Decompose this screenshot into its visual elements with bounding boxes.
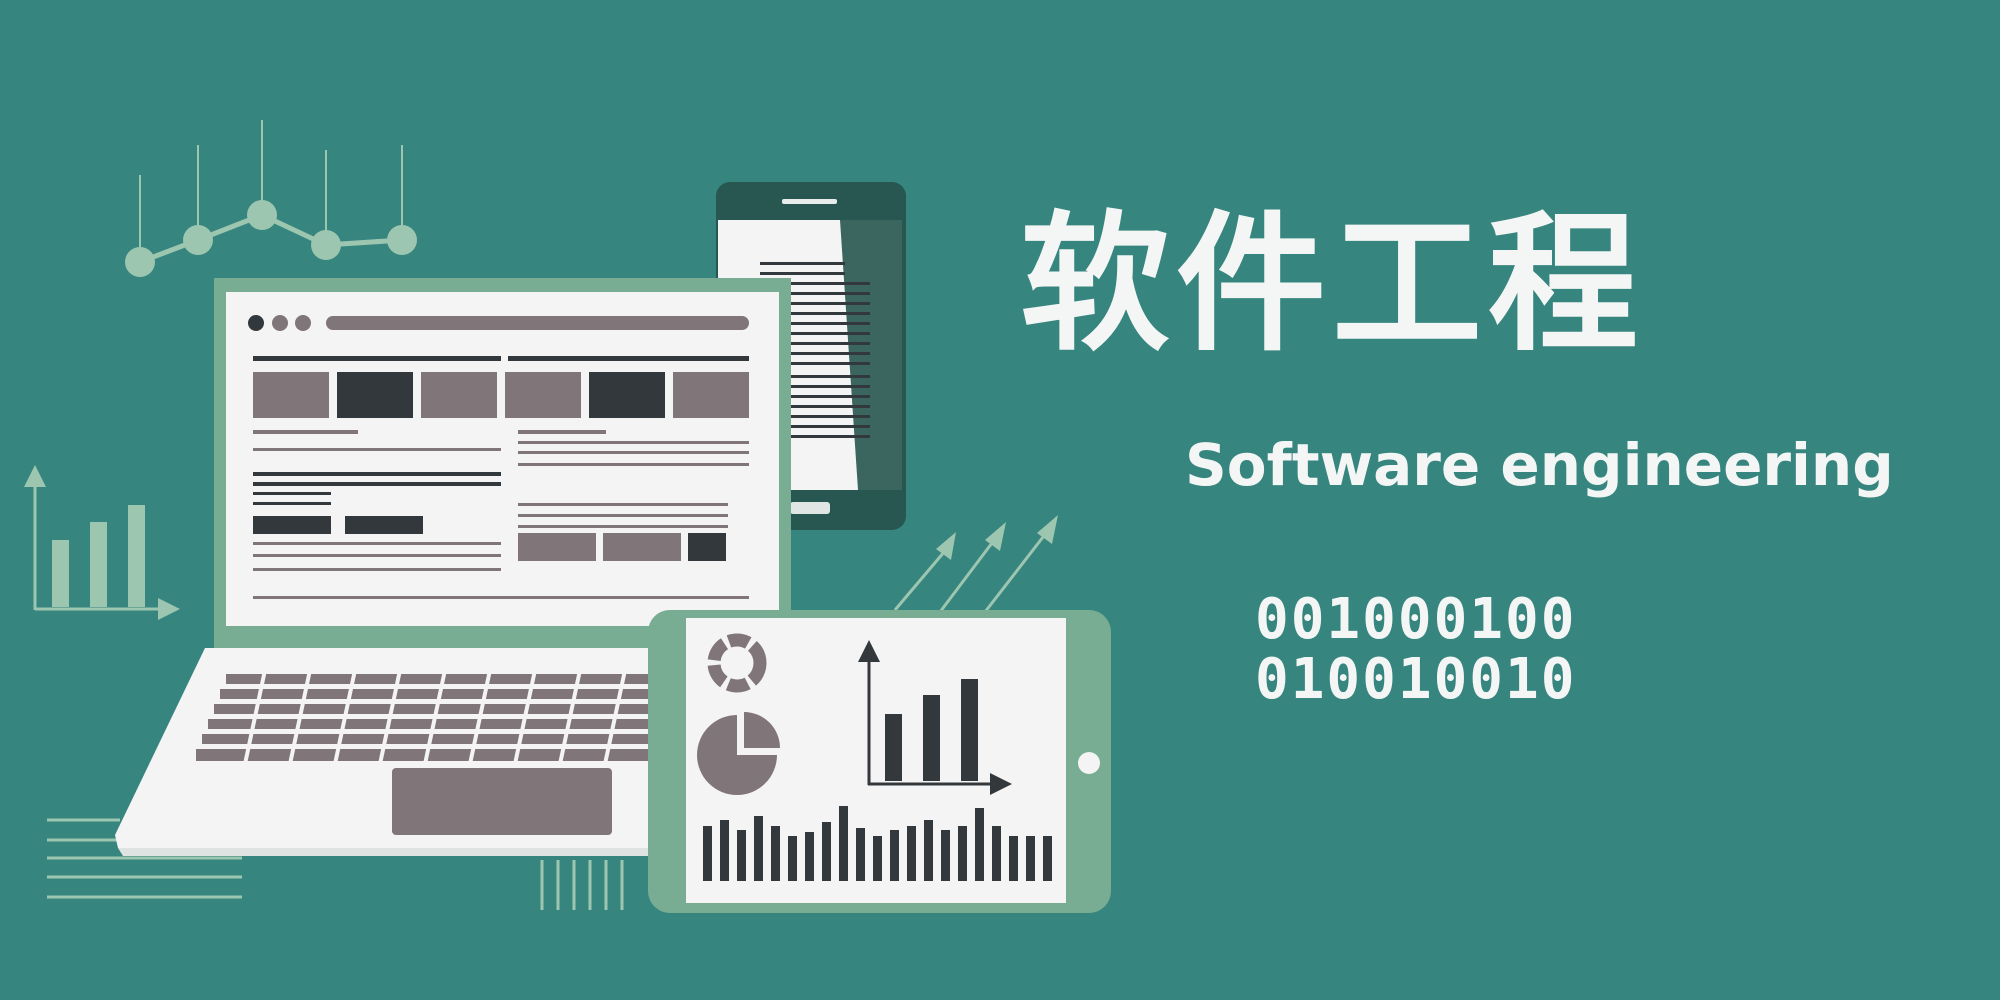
line-chart-icon	[125, 120, 417, 277]
binary-line-1: 001000100	[1255, 587, 1577, 652]
title-english: Software engineering	[1185, 431, 1894, 499]
tablet-icon	[648, 610, 1111, 913]
growth-arrows-icon	[893, 515, 1058, 613]
bar-chart-icon	[24, 465, 180, 620]
decor-stripes-bottom	[540, 860, 624, 910]
title-chinese: 软件工程	[1020, 198, 1645, 372]
binary-line-2: 010010010	[1255, 647, 1577, 712]
